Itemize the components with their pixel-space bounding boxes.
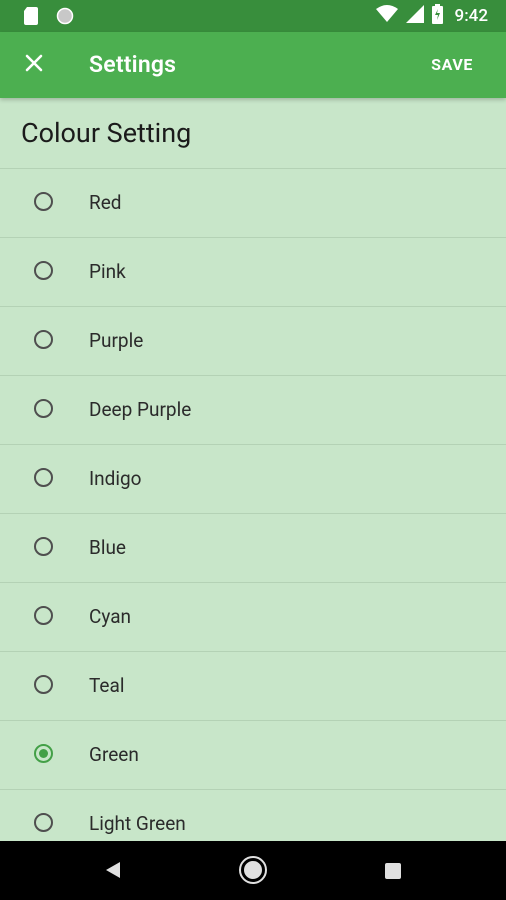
- option-label: Light Green: [89, 812, 186, 835]
- radio-pink[interactable]: [34, 261, 53, 280]
- option-teal[interactable]: Teal: [0, 652, 506, 721]
- status-bar: 9:42: [0, 0, 506, 32]
- option-label: Indigo: [89, 467, 142, 490]
- option-label: Cyan: [89, 605, 132, 628]
- option-label: Green: [89, 743, 139, 766]
- radio-red[interactable]: [34, 192, 53, 211]
- option-label: Teal: [89, 674, 125, 697]
- radio-purple[interactable]: [34, 330, 53, 349]
- status-time: 9:42: [454, 6, 488, 26]
- option-purple[interactable]: Purple: [0, 307, 506, 376]
- radio-light-green[interactable]: [34, 813, 53, 832]
- page-title: Settings: [89, 51, 177, 78]
- option-label: Red: [89, 191, 122, 214]
- sync-circle-icon: [56, 7, 74, 29]
- app-bar: Settings SAVE: [0, 32, 506, 98]
- signal-icon: [405, 5, 424, 27]
- radio-blue[interactable]: [34, 537, 53, 556]
- recents-icon[interactable]: [385, 863, 401, 879]
- home-icon[interactable]: [239, 856, 267, 884]
- option-light-green[interactable]: Light Green: [0, 790, 506, 841]
- wifi-icon: [375, 5, 398, 27]
- option-label: Deep Purple: [89, 398, 192, 421]
- section-title: Colour Setting: [0, 98, 506, 169]
- settings-content: Colour Setting Red Pink Purple Deep Purp…: [0, 98, 506, 841]
- close-icon: [24, 53, 44, 77]
- radio-green[interactable]: [34, 744, 53, 763]
- option-indigo[interactable]: Indigo: [0, 445, 506, 514]
- option-red[interactable]: Red: [0, 169, 506, 238]
- option-blue[interactable]: Blue: [0, 514, 506, 583]
- option-green[interactable]: Green: [0, 721, 506, 790]
- radio-teal[interactable]: [34, 675, 53, 694]
- option-label: Purple: [89, 329, 144, 352]
- option-deep-purple[interactable]: Deep Purple: [0, 376, 506, 445]
- back-icon[interactable]: [104, 860, 122, 884]
- save-button[interactable]: SAVE: [431, 55, 473, 74]
- option-cyan[interactable]: Cyan: [0, 583, 506, 652]
- radio-indigo[interactable]: [34, 468, 53, 487]
- sd-card-icon: [24, 7, 38, 29]
- radio-cyan[interactable]: [34, 606, 53, 625]
- navigation-bar: [0, 841, 506, 900]
- battery-icon: [431, 4, 443, 28]
- close-button[interactable]: [18, 49, 50, 81]
- option-pink[interactable]: Pink: [0, 238, 506, 307]
- option-label: Pink: [89, 260, 126, 283]
- option-label: Blue: [89, 536, 127, 559]
- radio-deep-purple[interactable]: [34, 399, 53, 418]
